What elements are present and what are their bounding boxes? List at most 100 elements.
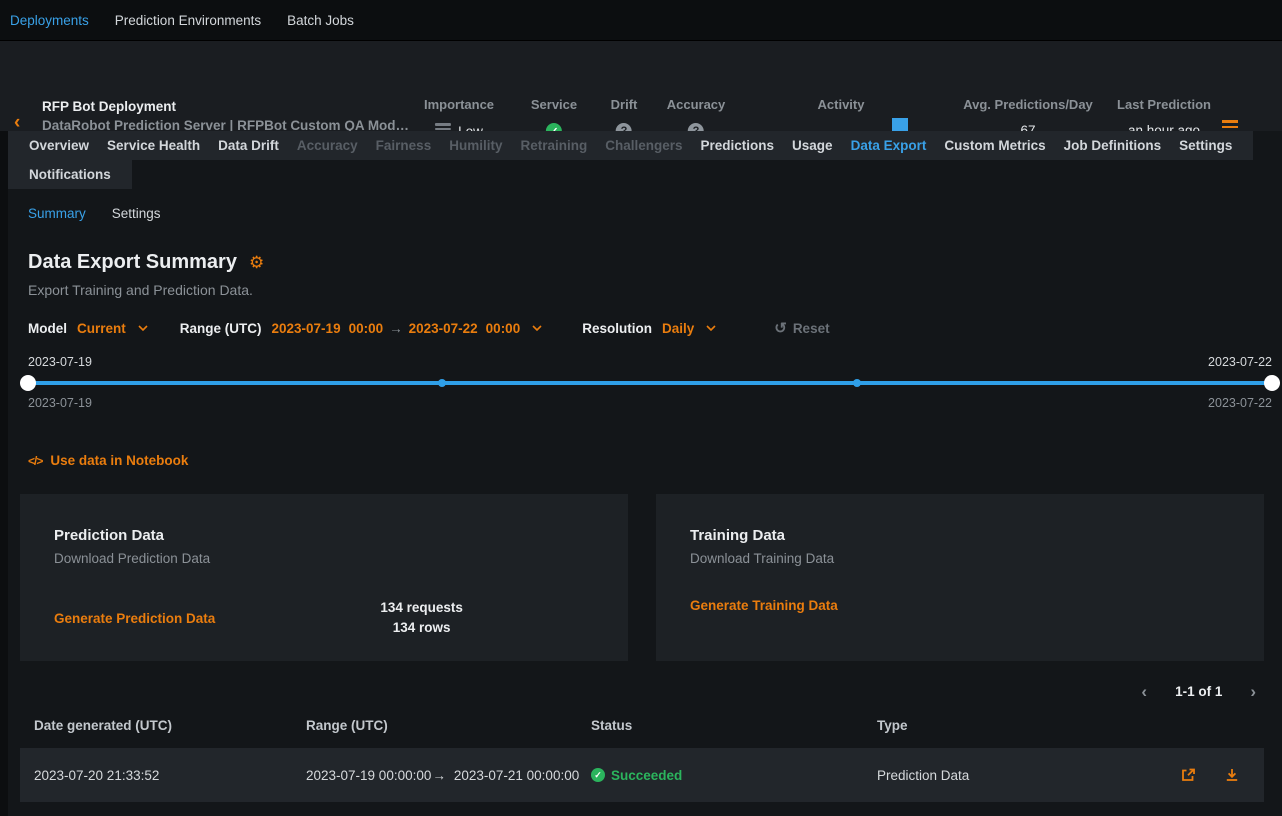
reset-label: Reset — [793, 321, 830, 336]
col-type: Type — [877, 718, 1264, 733]
nav-item-prediction-environments[interactable]: Prediction Environments — [115, 13, 261, 28]
code-icon: </> — [28, 454, 42, 468]
model-dropdown[interactable]: Current — [77, 321, 148, 336]
tab-custom-metrics[interactable]: Custom Metrics — [935, 131, 1054, 160]
tab-data-export[interactable]: Data Export — [842, 131, 936, 160]
download-export-icon[interactable] — [1224, 767, 1240, 783]
tab-retraining: Retraining — [511, 131, 596, 160]
app-window: Deployments Prediction Environments Batc… — [0, 0, 1282, 816]
training-card-subtitle: Download Training Data — [690, 551, 1264, 566]
activity-label: Activity — [766, 97, 916, 112]
prediction-requests-count: 134 requests — [215, 598, 628, 618]
resolution-label: Resolution — [582, 321, 652, 336]
date-range-slider: 2023-07-19 2023-07-22 2023-07-19 2023-07… — [20, 355, 1264, 413]
tab-fairness: Fairness — [367, 131, 441, 160]
cell-range-end: 2023-07-21 00:00:00 — [454, 768, 579, 783]
col-range: Range (UTC) — [306, 718, 591, 733]
nav-item-batch-jobs[interactable]: Batch Jobs — [287, 13, 354, 28]
cell-type: Prediction Data — [877, 768, 1180, 783]
exports-table: Date generated (UTC) Range (UTC) Status … — [20, 710, 1264, 802]
reset-button[interactable]: ↺ Reset — [774, 319, 829, 337]
tab-usage[interactable]: Usage — [783, 131, 842, 160]
tab-humility: Humility — [440, 131, 511, 160]
subtab-bar: Summary Settings — [20, 206, 1264, 221]
chevron-down-icon — [706, 325, 716, 331]
nav-item-deployments[interactable]: Deployments — [10, 13, 89, 28]
back-chevron-icon[interactable]: ‹ — [14, 113, 20, 132]
chevron-down-icon — [138, 325, 148, 331]
model-value: Current — [77, 321, 126, 336]
slider-end-label-bottom: 2023-07-22 — [1208, 396, 1272, 410]
accuracy-label: Accuracy — [667, 97, 726, 112]
cell-date-generated: 2023-07-20 21:33:52 — [20, 768, 306, 783]
page-title: Data Export Summary — [28, 251, 237, 274]
notebook-link-label: Use data in Notebook — [50, 453, 188, 468]
resolution-dropdown[interactable]: Daily — [662, 321, 716, 336]
tab-accuracy: Accuracy — [288, 131, 367, 160]
slider-end-label-top: 2023-07-22 — [1208, 355, 1272, 369]
subtab-summary[interactable]: Summary — [28, 206, 86, 221]
range-arrow-icon: → — [432, 768, 446, 783]
data-export-page: Summary Settings Data Export Summary ⚙ E… — [8, 206, 1282, 802]
range-start-date: 2023-07-19 — [272, 321, 341, 336]
prediction-card-title: Prediction Data — [54, 527, 628, 544]
generate-prediction-data-button[interactable]: Generate Prediction Data — [54, 611, 215, 626]
use-data-in-notebook-link[interactable]: </> Use data in Notebook — [20, 453, 1264, 468]
succeeded-check-icon: ✓ — [591, 768, 605, 782]
range-end-picker[interactable]: 2023-07-22 00:00 — [409, 321, 543, 336]
tab-bar-row-2: Notifications — [8, 160, 132, 189]
col-status: Status — [591, 718, 877, 733]
tab-job-definitions[interactable]: Job Definitions — [1055, 131, 1171, 160]
reset-icon: ↺ — [774, 319, 787, 337]
training-card-title: Training Data — [690, 527, 1264, 544]
cell-range-start: 2023-07-19 00:00:00 — [306, 768, 431, 783]
top-nav: Deployments Prediction Environments Batc… — [0, 0, 1282, 41]
tab-data-drift[interactable]: Data Drift — [209, 131, 288, 160]
cell-range: 2023-07-19 00:00:00 → 2023-07-21 00:00:0… — [306, 768, 591, 783]
range-start-picker[interactable]: 2023-07-19 00:00 — [272, 321, 384, 336]
open-export-icon[interactable] — [1180, 767, 1196, 783]
slider-tick-dot — [853, 379, 861, 387]
drift-label: Drift — [611, 97, 638, 112]
slider-start-label-top: 2023-07-19 — [28, 355, 92, 369]
pagination-next-icon[interactable]: › — [1250, 683, 1256, 700]
content-area: Overview Service Health Data Drift Accur… — [0, 131, 1282, 816]
range-arrow-icon: → — [389, 321, 403, 336]
range-label: Range (UTC) — [180, 321, 262, 336]
gear-icon[interactable]: ⚙ — [249, 254, 264, 271]
prediction-data-card: Prediction Data Download Prediction Data… — [20, 494, 628, 661]
pagination-count: 1-1 of 1 — [1175, 684, 1222, 699]
prediction-rows-count: 134 rows — [215, 618, 628, 638]
slider-track[interactable] — [28, 375, 1272, 391]
tab-service-health[interactable]: Service Health — [98, 131, 209, 160]
tab-predictions[interactable]: Predictions — [692, 131, 784, 160]
resolution-value: Daily — [662, 321, 694, 336]
chevron-down-icon — [532, 325, 542, 331]
slider-handle-end[interactable] — [1264, 375, 1280, 391]
last-prediction-label: Last Prediction — [1117, 97, 1211, 112]
subtab-settings[interactable]: Settings — [112, 206, 161, 221]
slider-start-label-bottom: 2023-07-19 — [28, 396, 92, 410]
tab-notifications[interactable]: Notifications — [20, 160, 120, 189]
tab-overview[interactable]: Overview — [20, 131, 98, 160]
prediction-data-stats: 134 requests 134 rows — [215, 598, 628, 638]
model-label: Model — [28, 321, 67, 336]
service-label: Service — [531, 97, 577, 112]
status-text: Succeeded — [611, 768, 682, 783]
slider-tick-dot — [438, 379, 446, 387]
col-date-generated: Date generated (UTC) — [20, 718, 306, 733]
prediction-card-subtitle: Download Prediction Data — [54, 551, 628, 566]
pagination-prev-icon[interactable]: ‹ — [1141, 683, 1147, 700]
slider-handle-start[interactable] — [20, 375, 36, 391]
exports-table-header: Date generated (UTC) Range (UTC) Status … — [20, 710, 1264, 740]
pagination: ‹ 1-1 of 1 › — [20, 683, 1264, 700]
table-row: 2023-07-20 21:33:52 2023-07-19 00:00:00 … — [20, 748, 1264, 802]
range-start-time: 00:00 — [349, 321, 384, 336]
range-end-time: 00:00 — [486, 321, 521, 336]
tab-settings[interactable]: Settings — [1170, 131, 1241, 160]
generate-training-data-button[interactable]: Generate Training Data — [690, 598, 838, 613]
page-subtitle: Export Training and Prediction Data. — [20, 282, 1264, 298]
range-end-date: 2023-07-22 — [409, 321, 478, 336]
tab-challengers: Challengers — [596, 131, 691, 160]
controls-bar: Model Current Range (UTC) 2023-07-19 00:… — [20, 319, 1264, 337]
